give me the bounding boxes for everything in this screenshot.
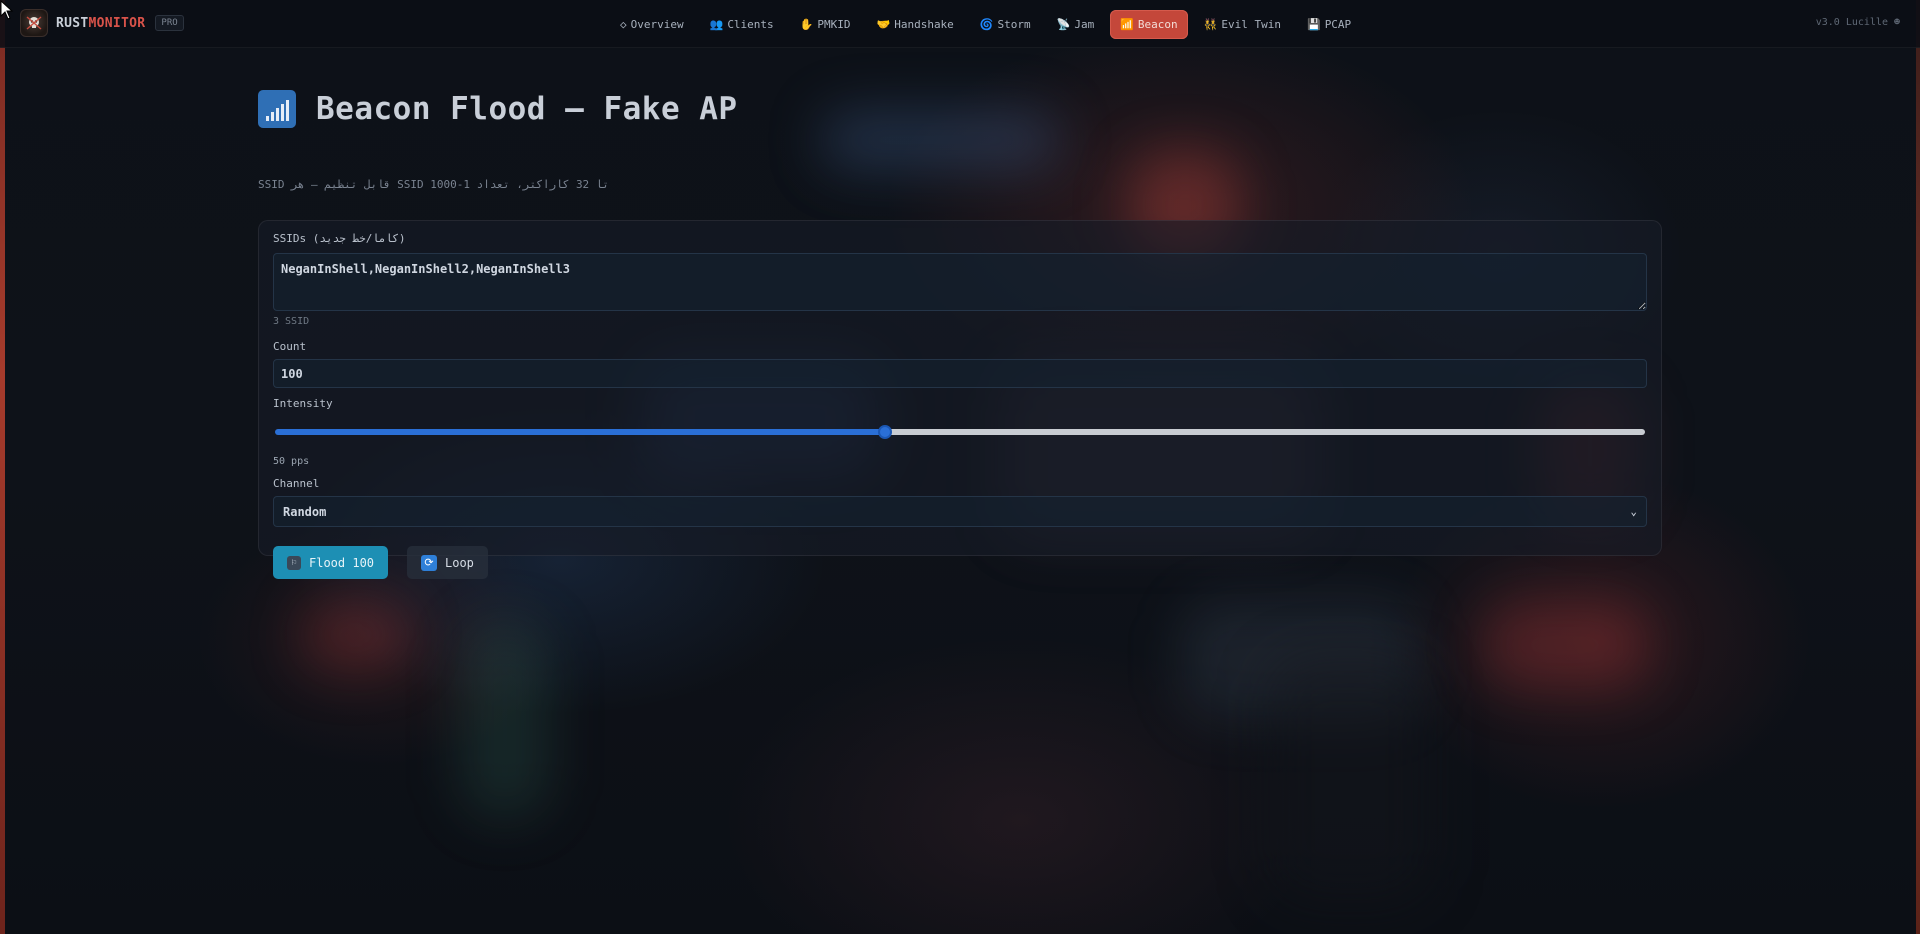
loop-button[interactable]: ⟳ Loop bbox=[407, 546, 488, 579]
nav-clients[interactable]: 👥 Clients bbox=[700, 10, 784, 39]
handshake-icon: 🤝 bbox=[876, 18, 891, 31]
count-label: Count bbox=[273, 340, 307, 353]
top-navigation-bar: RUSTMONITOR PRO ◇ Overview 👥 Clients ✋ PMKI… bbox=[0, 0, 1920, 48]
channel-select[interactable]: Random ⌄ bbox=[273, 496, 1647, 527]
intensity-value: 50 pps bbox=[273, 456, 310, 467]
intensity-slider[interactable] bbox=[275, 425, 1645, 439]
ssids-label: SSIDs (کاما/خط جدید) bbox=[273, 232, 406, 245]
nav-beacon-label: Beacon bbox=[1137, 18, 1178, 31]
ssids-textarea[interactable]: NeganInShell,NeganInShell2,NeganInShell3 bbox=[273, 253, 1647, 311]
nav-pmkid[interactable]: ✋ PMKID bbox=[790, 10, 861, 39]
signal-bars-icon: 📶 bbox=[1120, 18, 1134, 31]
nav-handshake[interactable]: 🤝 Handshake bbox=[867, 10, 964, 39]
diamond-icon: ◇ bbox=[620, 18, 627, 31]
count-input[interactable] bbox=[273, 359, 1647, 388]
chevron-down-icon: ⌄ bbox=[1630, 505, 1637, 518]
brand-name-rust: RUST bbox=[56, 15, 89, 31]
brand[interactable]: RUSTMONITOR PRO bbox=[20, 9, 184, 37]
nav-evil-twin-label: Evil Twin bbox=[1221, 18, 1281, 31]
page-title: Beacon Flood — Fake AP bbox=[316, 91, 738, 127]
window-edge-right bbox=[1916, 0, 1920, 934]
satellite-antenna-icon: 📡 bbox=[1056, 18, 1071, 31]
window-edge-left bbox=[0, 0, 5, 934]
intensity-slider-track[interactable] bbox=[275, 429, 1645, 435]
floppy-disk-icon: 💾 bbox=[1306, 18, 1321, 31]
beacon-form-panel: SSIDs (کاما/خط جدید) NeganInShell,NeganI… bbox=[258, 220, 1662, 579]
version-text: v3.0 Lucille bbox=[1815, 17, 1888, 28]
channel-selected-value: Random bbox=[283, 504, 327, 519]
nav-jam-label: Jam bbox=[1074, 18, 1095, 31]
intensity-label: Intensity bbox=[273, 397, 333, 410]
brand-name-monitor: MONITOR bbox=[88, 15, 146, 31]
nav-storm-label: Storm bbox=[997, 18, 1031, 31]
signal-bars-icon bbox=[258, 90, 296, 128]
nav-handshake-label: Handshake bbox=[894, 18, 954, 31]
nav-overview[interactable]: ◇ Overview bbox=[610, 10, 694, 39]
hand-icon: ✋ bbox=[799, 18, 814, 31]
ssid-count-hint: 3 SSID bbox=[273, 316, 310, 327]
loop-icon: ⟳ bbox=[421, 554, 437, 571]
nav-beacon[interactable]: 📶 Beacon bbox=[1110, 10, 1188, 39]
users-icon: 👥 bbox=[709, 18, 724, 31]
main-nav: ◇ Overview 👥 Clients ✋ PMKID 🤝 Handshake 🌀 St… bbox=[610, 10, 1367, 39]
pro-badge: PRO bbox=[155, 15, 184, 31]
loop-button-label: Loop bbox=[445, 555, 474, 570]
nav-overview-label: Overview bbox=[630, 18, 684, 31]
twins-icon: 👯 bbox=[1203, 18, 1218, 31]
page-subtitle: تا 32 کاراکتر، تعداد 1-1000 SSID قابل تن… bbox=[258, 178, 610, 191]
brand-name: RUSTMONITOR bbox=[56, 16, 145, 31]
nav-evil-twin[interactable]: 👯 Evil Twin bbox=[1194, 10, 1291, 39]
channel-label: Channel bbox=[273, 477, 320, 490]
nav-clients-label: Clients bbox=[727, 18, 774, 31]
pirate-logo-icon bbox=[20, 9, 48, 37]
smiley-icon: ☻ bbox=[1893, 17, 1900, 28]
nav-storm[interactable]: 🌀 Storm bbox=[970, 10, 1041, 39]
flood-button[interactable]: ⚐ Flood 100 bbox=[273, 546, 389, 579]
flood-icon: ⚐ bbox=[287, 555, 301, 570]
mouse-cursor-icon bbox=[0, 0, 14, 20]
nav-pmkid-label: PMKID bbox=[817, 18, 851, 31]
nav-pcap-label: PCAP bbox=[1324, 18, 1352, 31]
nav-jam[interactable]: 📡 Jam bbox=[1047, 10, 1105, 39]
intensity-slider-thumb[interactable] bbox=[877, 425, 892, 439]
cyclone-icon: 🌀 bbox=[979, 18, 994, 31]
flood-button-label: Flood 100 bbox=[309, 555, 375, 570]
nav-pcap[interactable]: 💾 PCAP bbox=[1297, 10, 1361, 39]
page-header: Beacon Flood — Fake AP bbox=[258, 90, 738, 128]
version-info: v3.0 Lucille ☻ bbox=[1816, 17, 1900, 28]
